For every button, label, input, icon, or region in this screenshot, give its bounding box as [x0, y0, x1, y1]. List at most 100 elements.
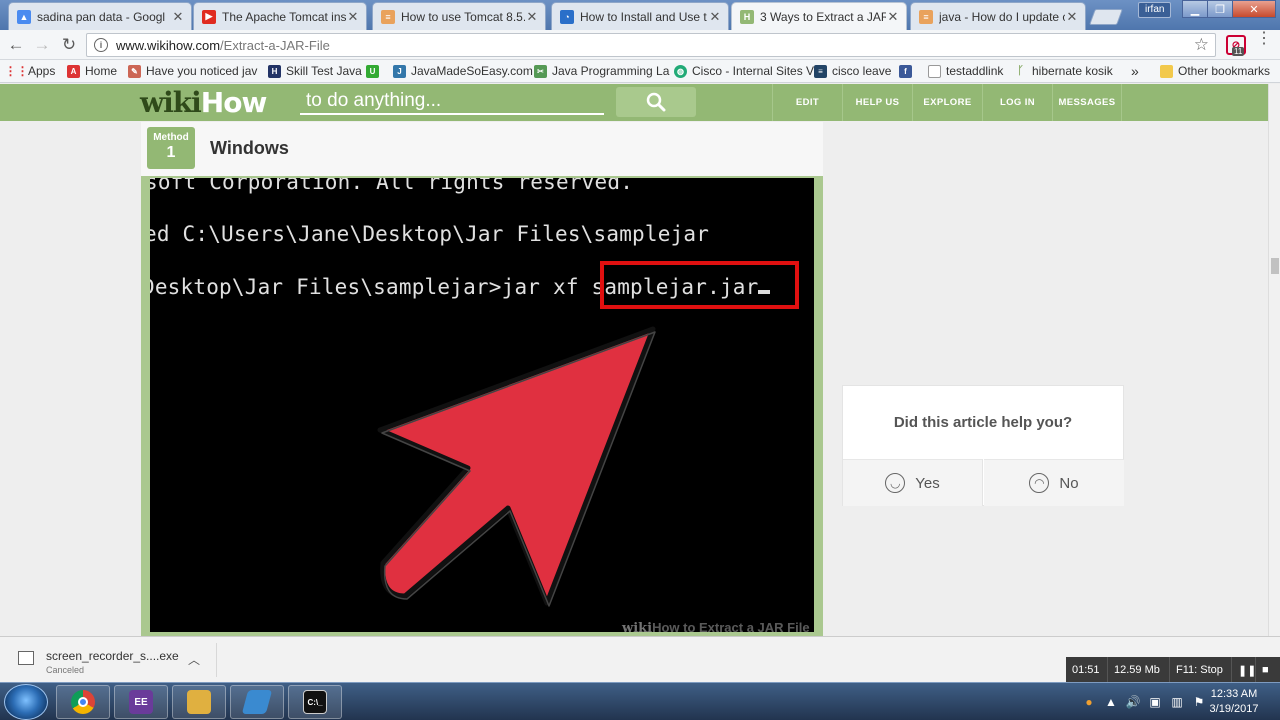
volume-icon[interactable]: 🔊	[1124, 695, 1142, 709]
profile-button[interactable]: irfan	[1138, 2, 1172, 18]
image-watermark: wikiHow to Extract a JAR File	[622, 620, 810, 636]
search-button[interactable]	[616, 87, 696, 117]
tab-sadina-pan-data[interactable]: ▲ sadina pan data - Googl ✕	[8, 2, 192, 30]
info-icon[interactable]: i	[94, 38, 108, 52]
tab-title: The Apache Tomcat inst	[222, 9, 346, 24]
taskbar-app[interactable]	[230, 685, 284, 719]
close-tab-icon[interactable]: ✕	[886, 9, 900, 25]
maximize-button[interactable]: ❐	[1207, 0, 1233, 18]
close-window-button[interactable]: ✕	[1232, 0, 1276, 18]
download-status: Canceled	[46, 665, 85, 675]
folder-icon	[187, 690, 211, 714]
recorder-size: 12.59 Mb	[1108, 657, 1170, 683]
new-tab-button[interactable]	[1089, 9, 1123, 25]
nav-explore[interactable]: EXPLORE	[912, 84, 982, 121]
bookmark-facebook[interactable]: f	[899, 63, 917, 79]
tab-title: java - How do I update c	[939, 9, 1065, 24]
scrollbar-thumb[interactable]	[1271, 258, 1279, 274]
search-input[interactable]: to do anything...	[300, 89, 604, 115]
bookmark-javamadesoeasy[interactable]: J JavaMadeSoEasy.com	[393, 63, 533, 79]
close-tab-icon[interactable]: ✕	[525, 9, 539, 25]
bookmark-cisco-leave[interactable]: ≡ cisco leave	[814, 63, 891, 79]
feedback-question: Did this article help you?	[893, 414, 1073, 431]
network-icon[interactable]: ▥	[1168, 695, 1186, 709]
apps-grid-icon: ⋮⋮	[4, 64, 29, 78]
url-text: www.wikihow.com/Extract-a-JAR-File	[116, 37, 330, 53]
java-ee-ide-icon: EE	[129, 690, 153, 714]
system-tray: ● ▲ 🔊 ▣ ▥ ⚑	[1080, 685, 1212, 719]
clock[interactable]: 12:33 AM 3/19/2017	[1202, 687, 1266, 717]
start-button[interactable]	[4, 684, 48, 720]
site-icon: ✎	[128, 64, 141, 78]
recorder-elapsed: 01:51	[1066, 657, 1108, 683]
site-icon: A	[67, 64, 80, 78]
bookmark-testaddlink[interactable]: testaddlink	[928, 63, 1003, 79]
show-hidden-icons-icon[interactable]: ▲	[1102, 695, 1120, 709]
download-item[interactable]: screen_recorder_s....exe Canceled ︿	[14, 643, 214, 677]
bookmark-hibernate-kosik[interactable]: ᚴ hibernate kosik	[1014, 63, 1113, 79]
feedback-no-button[interactable]: ◠ No	[984, 459, 1124, 506]
bookmark-java-programming[interactable]: ✂ Java Programming La	[534, 63, 669, 79]
bookmarks-bar: ⋮⋮ Apps A Home ✎ Have you noticed jav H …	[0, 60, 1280, 83]
close-tab-icon[interactable]: ✕	[1065, 9, 1079, 25]
nav-edit[interactable]: EDIT	[772, 84, 842, 121]
bookmark-skill-test-java[interactable]: H Skill Test Java	[268, 63, 362, 79]
tab-apache-tomcat[interactable]: ▶ The Apache Tomcat inst ✕	[193, 2, 367, 30]
wikihow-icon: H	[740, 9, 754, 24]
nav-messages[interactable]: MESSAGES	[1052, 84, 1122, 121]
tab-java-update[interactable]: ≡ java - How do I update c ✕	[910, 2, 1086, 30]
google-drive-icon: ▲	[17, 9, 31, 24]
method-badge: Method 1	[147, 127, 195, 169]
youtube-icon: ▶	[202, 9, 216, 24]
close-tab-icon[interactable]: ✕	[708, 9, 722, 25]
bookmark-home[interactable]: A Home	[67, 63, 117, 79]
tab-how-to-install[interactable]: ◔ How to Install and Use t ✕	[551, 2, 729, 30]
clock-date: 3/19/2017	[1209, 703, 1259, 715]
pause-icon[interactable]: ❚❚	[1232, 657, 1256, 683]
taskbar-chrome[interactable]	[56, 685, 110, 719]
forward-button[interactable]: →	[31, 34, 53, 56]
bookmark-apps[interactable]: ⋮⋮ Apps	[4, 63, 56, 79]
taskbar-java-ee-ide[interactable]: EE	[114, 685, 168, 719]
notification-icon[interactable]: ●	[1080, 695, 1098, 709]
nav-help-us[interactable]: HELP US	[842, 84, 912, 121]
back-button[interactable]: ←	[5, 34, 27, 56]
close-tab-icon[interactable]: ✕	[346, 9, 360, 25]
bookmark-cisco-internal[interactable]: ◍ Cisco - Internal Sites V	[674, 63, 814, 79]
address-bar[interactable]: i www.wikihow.com/Extract-a-JAR-File ☆	[86, 33, 1216, 57]
taskbar-cmd[interactable]: C:\_	[288, 685, 342, 719]
reload-button[interactable]: ↻	[58, 34, 80, 56]
page-scrollbar[interactable]	[1268, 84, 1280, 636]
nav-log-in[interactable]: LOG IN	[982, 84, 1052, 121]
minimize-button[interactable]: ▁	[1182, 0, 1208, 18]
recorder-stop-hint: F11: Stop	[1170, 657, 1232, 683]
bookmarks-overflow-button[interactable]: »	[1131, 63, 1139, 79]
wikihow-logo[interactable]: wikiHow	[140, 86, 267, 119]
chrome-menu-icon[interactable]: ⋮	[1256, 31, 1272, 47]
bookmark-star-icon[interactable]: ☆	[1194, 35, 1209, 55]
site-icon: ᚴ	[1017, 65, 1024, 77]
site-icon: ◔	[560, 9, 574, 24]
tab-extract-jar[interactable]: H 3 Ways to Extract a JAR ✕	[731, 2, 907, 30]
device-icon[interactable]: ▣	[1146, 695, 1164, 709]
executable-file-icon	[18, 651, 34, 665]
site-icon: H	[268, 64, 281, 78]
tab-strip: ▲ sadina pan data - Googl ✕ ▶ The Apache…	[0, 0, 1280, 30]
tab-how-to-use-tomcat[interactable]: ≡ How to use Tomcat 8.5. ✕	[372, 2, 546, 30]
clock-time: 12:33 AM	[1210, 688, 1258, 700]
download-file-name: screen_recorder_s....exe	[46, 649, 179, 663]
taskbar-file-explorer[interactable]	[172, 685, 226, 719]
chevron-up-icon[interactable]: ︿	[188, 651, 200, 668]
bookmark-have-you-noticed[interactable]: ✎ Have you noticed jav	[128, 63, 257, 79]
stop-icon[interactable]: ■	[1256, 657, 1280, 683]
folder-icon	[1160, 64, 1173, 78]
chrome-icon	[71, 690, 95, 714]
close-tab-icon[interactable]: ✕	[171, 9, 185, 25]
search-icon	[646, 92, 666, 112]
step-image[interactable]: soft Corporation. All rights reserved. e…	[150, 178, 814, 632]
feedback-yes-button[interactable]: ◡ Yes	[843, 459, 983, 506]
app-icon	[241, 690, 273, 714]
bookmark-u[interactable]: U	[366, 63, 384, 79]
arrow-icon	[377, 326, 656, 607]
other-bookmarks-folder[interactable]: Other bookmarks	[1160, 63, 1270, 79]
